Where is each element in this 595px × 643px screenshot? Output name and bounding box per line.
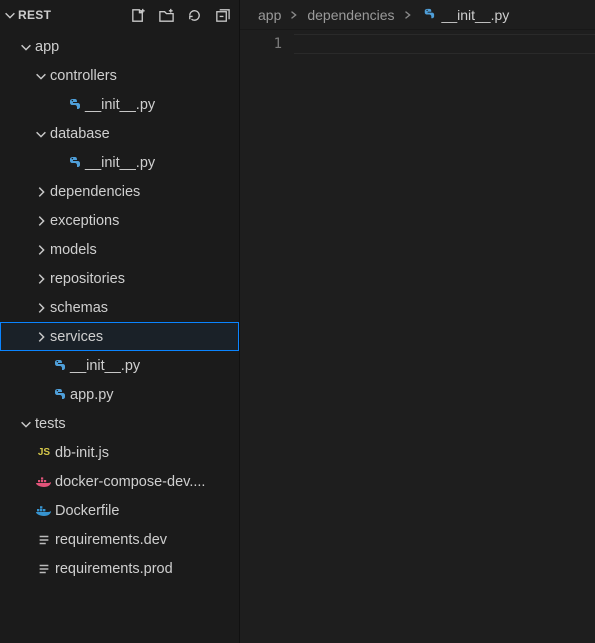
file-explorer-sidebar: REST app controllers __init__.py database __… bbox=[0, 0, 240, 643]
file-row[interactable]: docker-compose-dev.... bbox=[0, 467, 239, 496]
active-line-highlight bbox=[294, 34, 595, 54]
collapse-all-icon[interactable] bbox=[213, 6, 231, 24]
file-label: db-init.js bbox=[54, 445, 109, 461]
file-label: requirements.prod bbox=[54, 561, 173, 577]
chevron-down-icon[interactable] bbox=[18, 40, 34, 54]
folder-row[interactable]: exceptions bbox=[0, 206, 239, 235]
chevron-right-icon[interactable] bbox=[33, 214, 49, 228]
new-file-icon[interactable] bbox=[129, 6, 147, 24]
folder-label: tests bbox=[34, 416, 66, 432]
chevron-right-icon[interactable] bbox=[33, 272, 49, 286]
folder-label: exceptions bbox=[49, 213, 119, 229]
file-row[interactable]: app.py bbox=[0, 380, 239, 409]
refresh-icon[interactable] bbox=[185, 6, 203, 24]
folder-row[interactable]: tests bbox=[0, 409, 239, 438]
breadcrumb-file[interactable]: __init__.py bbox=[421, 7, 510, 23]
file-row[interactable]: JSdb-init.js bbox=[0, 438, 239, 467]
folder-row[interactable]: models bbox=[0, 235, 239, 264]
line-number-gutter: 1 bbox=[240, 30, 294, 643]
python-icon bbox=[64, 155, 84, 171]
chevron-down-icon[interactable] bbox=[33, 69, 49, 83]
chevron-right-icon[interactable] bbox=[33, 330, 49, 344]
folder-row[interactable]: database bbox=[0, 119, 239, 148]
folder-row[interactable]: repositories bbox=[0, 264, 239, 293]
folder-row[interactable]: services bbox=[0, 322, 239, 351]
new-folder-icon[interactable] bbox=[157, 6, 175, 24]
chevron-down-icon[interactable] bbox=[2, 8, 18, 22]
breadcrumb[interactable]: app dependencies __init__.py bbox=[240, 0, 595, 30]
breadcrumb-part[interactable]: dependencies bbox=[307, 7, 394, 23]
explorer-title: REST bbox=[18, 8, 129, 22]
python-icon bbox=[421, 7, 436, 22]
chevron-right-icon bbox=[403, 10, 413, 20]
file-label: docker-compose-dev.... bbox=[54, 474, 205, 490]
chevron-down-icon[interactable] bbox=[33, 127, 49, 141]
file-label: __init__.py bbox=[84, 155, 155, 171]
folder-label: dependencies bbox=[49, 184, 140, 200]
editor-code-area[interactable]: 1 bbox=[240, 30, 595, 643]
file-label: app.py bbox=[69, 387, 114, 403]
file-row[interactable]: requirements.prod bbox=[0, 554, 239, 583]
chevron-right-icon[interactable] bbox=[33, 185, 49, 199]
file-row[interactable]: __init__.py bbox=[0, 90, 239, 119]
file-label: requirements.dev bbox=[54, 532, 167, 548]
file-row[interactable]: __init__.py bbox=[0, 351, 239, 380]
folder-row[interactable]: schemas bbox=[0, 293, 239, 322]
folder-label: database bbox=[49, 126, 110, 142]
folder-label: repositories bbox=[49, 271, 125, 287]
folder-row[interactable]: app bbox=[0, 32, 239, 61]
line-number: 1 bbox=[274, 34, 294, 54]
python-icon bbox=[64, 97, 84, 113]
chevron-right-icon[interactable] bbox=[33, 243, 49, 257]
python-icon bbox=[49, 387, 69, 403]
file-label: __init__.py bbox=[84, 97, 155, 113]
file-row[interactable]: __init__.py bbox=[0, 148, 239, 177]
file-tree: app controllers __init__.py database __init_… bbox=[0, 30, 239, 583]
editor-pane: app dependencies __init__.py 1 bbox=[240, 0, 595, 643]
python-icon bbox=[49, 358, 69, 374]
js-icon: JS bbox=[34, 447, 54, 458]
file-row[interactable]: Dockerfile bbox=[0, 496, 239, 525]
folder-row[interactable]: controllers bbox=[0, 61, 239, 90]
breadcrumb-filename: __init__.py bbox=[442, 7, 510, 23]
folder-row[interactable]: dependencies bbox=[0, 177, 239, 206]
file-row[interactable]: requirements.dev bbox=[0, 525, 239, 554]
docker-icon bbox=[34, 504, 54, 518]
editor-content[interactable] bbox=[294, 30, 595, 643]
chevron-right-icon bbox=[289, 10, 299, 20]
folder-label: controllers bbox=[49, 68, 117, 84]
explorer-header: REST bbox=[0, 0, 239, 30]
folder-label: schemas bbox=[49, 300, 108, 316]
compose-icon bbox=[34, 475, 54, 489]
chevron-right-icon[interactable] bbox=[33, 301, 49, 315]
chevron-down-icon[interactable] bbox=[18, 417, 34, 431]
file-label: __init__.py bbox=[69, 358, 140, 374]
breadcrumb-part[interactable]: app bbox=[258, 7, 281, 23]
lines-icon bbox=[34, 562, 54, 576]
folder-label: app bbox=[34, 39, 59, 55]
folder-label: models bbox=[49, 242, 97, 258]
folder-label: services bbox=[49, 329, 103, 345]
file-label: Dockerfile bbox=[54, 503, 119, 519]
lines-icon bbox=[34, 533, 54, 547]
